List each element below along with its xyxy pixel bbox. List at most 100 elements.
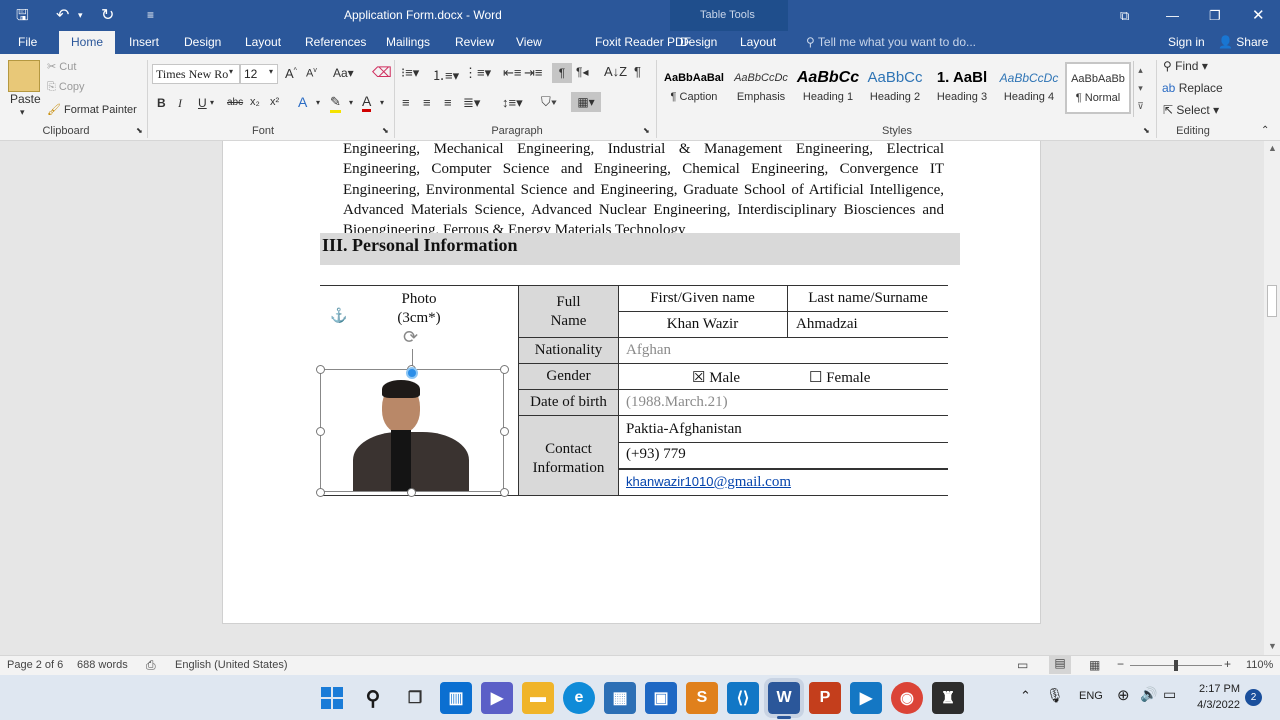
tell-me-box[interactable]: ⚲ Tell me what you want to do... (798, 31, 984, 54)
input-language[interactable]: ENG (1079, 690, 1103, 702)
style-heading-4[interactable]: AaBbCcDc Heading 4 (996, 63, 1062, 115)
increase-indent-icon[interactable]: ⇥≡ (524, 65, 542, 81)
shading-icon[interactable]: ⛉▾ (541, 94, 557, 110)
minimize-icon[interactable]: — (1166, 0, 1179, 31)
customize-qat-icon[interactable]: ≡ (147, 0, 154, 31)
rtl-direction-icon[interactable]: ¶◂ (576, 65, 588, 79)
app-window-icon[interactable]: ▶ (850, 682, 882, 714)
subscript-icon[interactable]: x₂ (250, 96, 260, 108)
sign-in-link[interactable]: Sign in (1160, 31, 1213, 54)
word-icon[interactable]: W (764, 678, 804, 718)
change-case-icon[interactable]: Aa▾ (333, 66, 354, 80)
font-size-dropdown-icon[interactable]: ▾ (269, 67, 273, 76)
network-icon[interactable]: ⊕ (1117, 686, 1130, 704)
font-color-dropdown-icon[interactable]: ▾ (380, 98, 384, 107)
edge-icon[interactable]: e (563, 682, 595, 714)
search-taskbar-icon[interactable]: ⚲ (357, 682, 389, 714)
superscript-icon[interactable]: x² (270, 96, 279, 108)
read-mode-icon[interactable]: ▭ (1017, 658, 1028, 672)
style-heading-2[interactable]: AaBbCc Heading 2 (862, 63, 928, 115)
cut-button[interactable]: ✂ Cut (47, 60, 76, 73)
text-effects-dropdown-icon[interactable]: ▾ (316, 98, 320, 107)
first-name-value[interactable]: Khan Wazir (618, 311, 788, 338)
close-icon[interactable]: ✕ (1252, 0, 1265, 31)
resize-handle[interactable] (500, 365, 509, 374)
zoom-level[interactable]: 110% (1246, 659, 1273, 671)
style-emphasis[interactable]: AaBbCcDc Emphasis (728, 63, 794, 115)
resize-handle[interactable] (316, 365, 325, 374)
web-layout-icon[interactable]: ▦ (1089, 658, 1100, 672)
style-caption[interactable]: AaBbAaBal ¶ Caption (661, 63, 727, 115)
clipboard-launcher-icon[interactable]: ⬊ (136, 126, 143, 135)
underline-icon[interactable]: U (198, 96, 207, 110)
print-layout-icon[interactable]: ▤ (1049, 656, 1071, 674)
store-icon[interactable]: ▣ (645, 682, 677, 714)
microphone-icon[interactable]: 🎙 (1046, 687, 1064, 704)
resize-handle[interactable] (500, 488, 509, 497)
resize-handle[interactable] (407, 488, 416, 497)
widgets-icon[interactable]: ▥ (440, 682, 472, 714)
decrease-indent-icon[interactable]: ⇤≡ (503, 65, 521, 81)
collapse-ribbon-icon[interactable]: ⌃ (1261, 125, 1269, 136)
tab-insert[interactable]: Insert (121, 31, 167, 54)
style-heading-3[interactable]: 1. AaBl Heading 3 (929, 63, 995, 115)
save-icon[interactable]: 🖫 (16, 0, 29, 31)
undo-dropdown-icon[interactable]: ▾ (78, 0, 83, 31)
powerpoint-icon[interactable]: P (809, 682, 841, 714)
tab-view[interactable]: View (508, 31, 550, 54)
font-name-combo[interactable]: Times New Ro (152, 64, 240, 84)
align-center-icon[interactable]: ≡ (423, 95, 431, 110)
male-checkbox[interactable]: ☒ Male (692, 368, 740, 387)
calculator-icon[interactable]: ▦ (604, 682, 636, 714)
bullets-icon[interactable]: ⁝≡▾ (401, 65, 419, 81)
scroll-down-icon[interactable]: ▼ (1268, 641, 1277, 651)
robot-app-icon[interactable]: ♜ (932, 682, 964, 714)
align-right-icon[interactable]: ≡ (444, 95, 452, 110)
bold-icon[interactable]: B (157, 96, 166, 110)
language-status[interactable]: English (United States) (175, 659, 288, 671)
page-count[interactable]: Page 2 of 6 (7, 659, 63, 671)
zoom-out-icon[interactable]: − (1117, 657, 1124, 671)
battery-icon[interactable]: ▭ (1163, 686, 1176, 703)
redo-icon[interactable]: ↻ (101, 0, 114, 31)
clock-time[interactable]: 2:17 PM (1196, 683, 1240, 695)
resize-handle[interactable] (316, 488, 325, 497)
email-value[interactable]: khanwazir1010@gmail.com (618, 469, 948, 496)
style-heading-1[interactable]: AaBbCc Heading 1 (795, 63, 861, 115)
find-button[interactable]: ⚲ Find ▾ (1163, 59, 1208, 73)
chat-icon[interactable]: ▶ (481, 682, 513, 714)
start-icon[interactable] (316, 682, 348, 714)
numbering-icon[interactable]: ⒈≡▾ (432, 65, 459, 84)
last-name-value[interactable]: Ahmadzai (787, 311, 948, 338)
resize-handle[interactable] (500, 427, 509, 436)
styles-launcher-icon[interactable]: ⬊ (1143, 126, 1150, 135)
chrome-icon[interactable]: ◉ (891, 682, 923, 714)
highlight-icon[interactable]: ✎ (330, 94, 341, 113)
scroll-thumb[interactable] (1267, 285, 1277, 317)
tab-mailings[interactable]: Mailings (378, 31, 438, 54)
highlight-dropdown-icon[interactable]: ▾ (349, 98, 353, 107)
replace-button[interactable]: ab Replace (1162, 81, 1223, 95)
rotate-handle-icon[interactable]: ⟳ (403, 327, 418, 348)
share-button[interactable]: 👤 Share (1210, 31, 1276, 54)
vscode-icon[interactable]: ⟨⟩ (727, 682, 759, 714)
sublime-icon[interactable]: S (686, 682, 718, 714)
task-view-icon[interactable]: ❐ (399, 682, 431, 714)
zoom-in-icon[interactable]: + (1224, 657, 1231, 671)
tab-table-design[interactable]: Design (672, 31, 725, 54)
select-button[interactable]: ⇱ Select ▾ (1163, 103, 1219, 117)
female-checkbox[interactable]: ☐ Female (809, 368, 870, 387)
font-name-dropdown-icon[interactable]: ▾ (229, 67, 233, 76)
notification-badge[interactable]: 2 (1245, 689, 1262, 706)
show-hidden-icons-icon[interactable]: ⌃ (1020, 688, 1031, 704)
tab-table-layout[interactable]: Layout (732, 31, 784, 54)
file-explorer-icon[interactable]: ▬ (522, 682, 554, 714)
shrink-font-icon[interactable]: Av (306, 67, 317, 80)
address-value[interactable]: Paktia-Afghanistan (618, 415, 948, 443)
justify-icon[interactable]: ≣▾ (463, 95, 480, 111)
tab-references[interactable]: References (297, 31, 374, 54)
font-color-icon[interactable]: A (362, 93, 372, 112)
nationality-value[interactable]: Afghan (618, 337, 948, 364)
sort-icon[interactable]: A↓Z (604, 64, 627, 79)
restore-icon[interactable]: ❐ (1209, 0, 1221, 31)
